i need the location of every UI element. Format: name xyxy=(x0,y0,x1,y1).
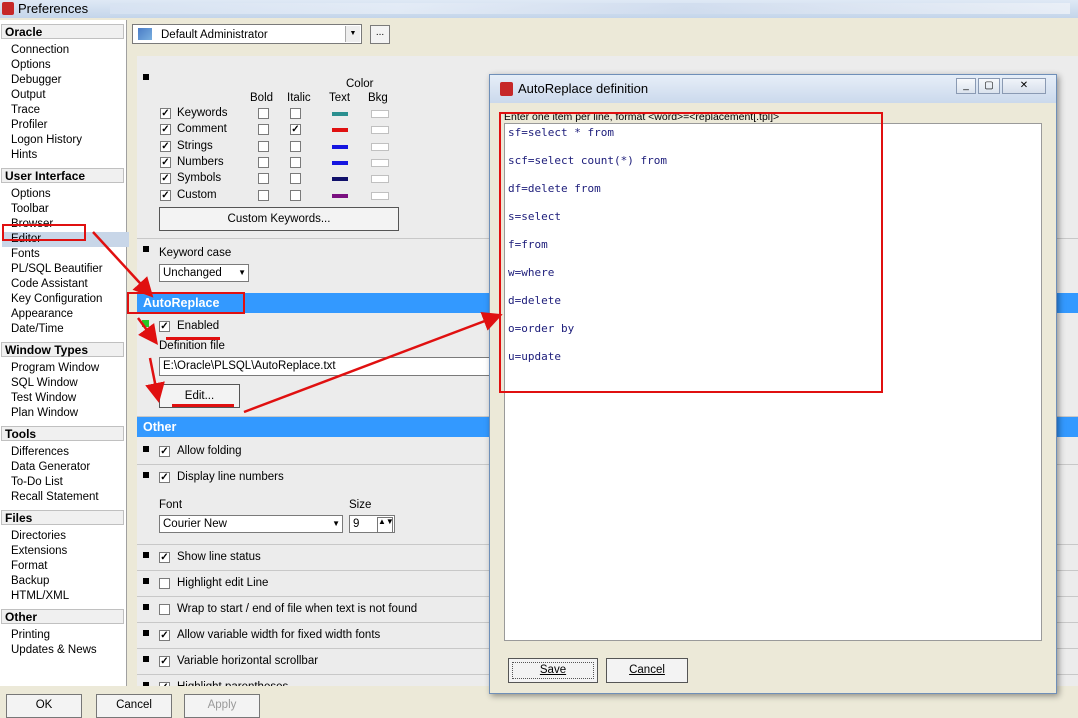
annotation-arrows xyxy=(92,231,503,414)
